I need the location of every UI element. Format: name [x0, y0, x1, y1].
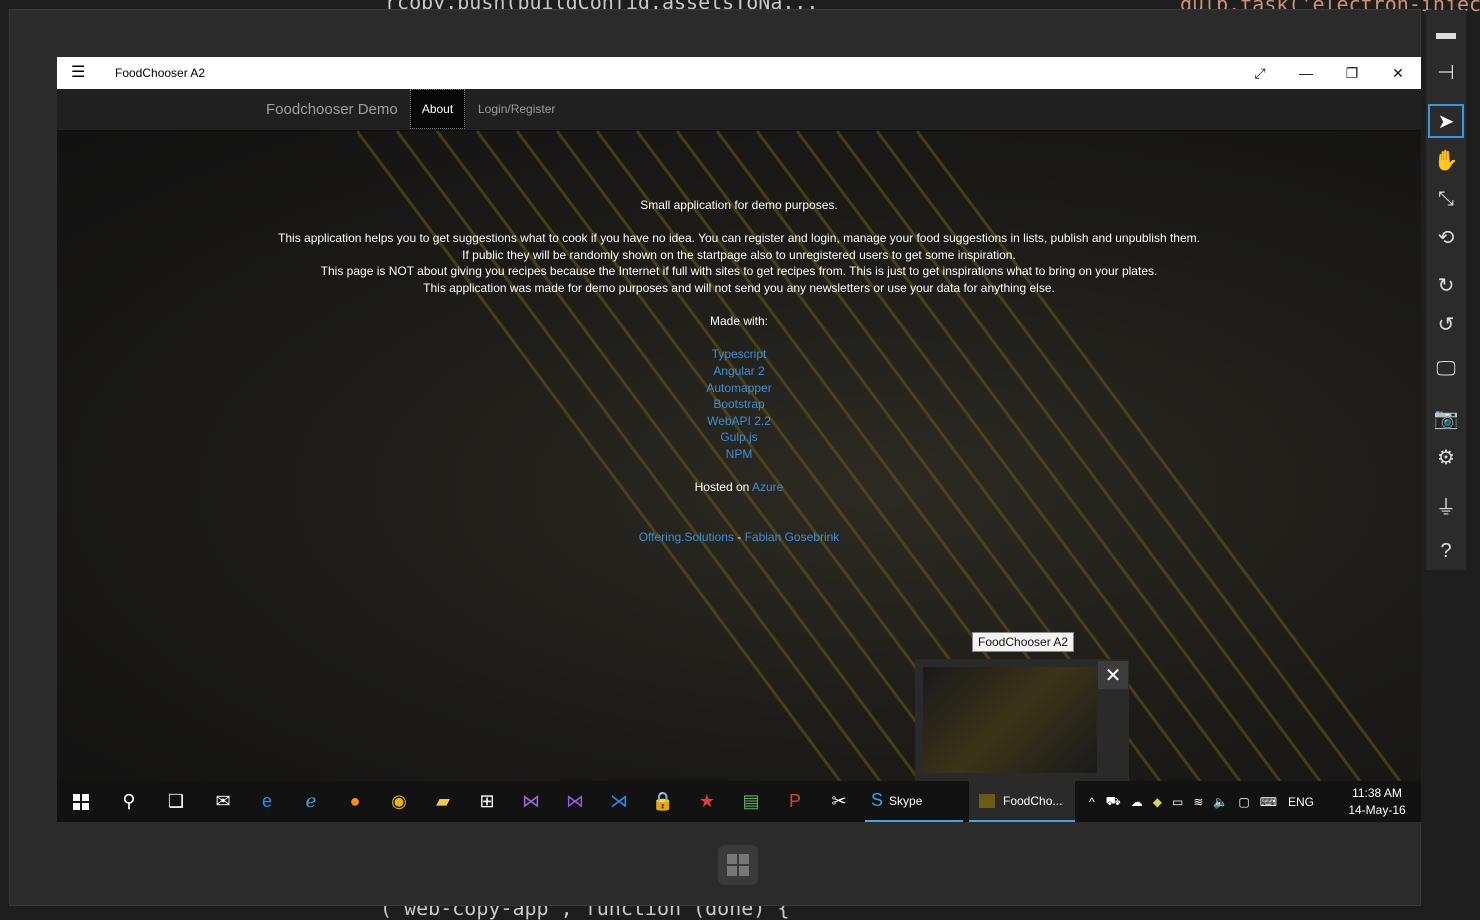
made-with-label: Made with: [709, 314, 769, 329]
file-explorer-icon[interactable]: ▰ [421, 781, 465, 822]
emulator-home-button[interactable] [718, 845, 758, 885]
help-icon[interactable]: ? [1428, 534, 1464, 568]
visual-studio-icon[interactable]: ⋈ [509, 781, 553, 822]
hamburger-icon[interactable]: ☰ [71, 65, 91, 81]
gear-icon[interactable]: ⚙ [1428, 440, 1464, 474]
visual-studio-2-icon[interactable]: ⋈ [553, 781, 597, 822]
foodchooser-label: FoodCho... [1003, 793, 1063, 808]
hosted-on-label: Hosted on [694, 480, 750, 495]
tech-link-gulp[interactable]: Gulp.js [720, 430, 757, 444]
rotate-gesture-icon[interactable]: ⟲ [1428, 220, 1464, 254]
internet-explorer-icon[interactable]: ℯ [289, 781, 333, 822]
pin-icon[interactable]: ⊣ [1428, 55, 1464, 89]
navbar-brand[interactable]: Foodchooser Demo [266, 101, 398, 118]
about-intro: Small application for demo purposes. [640, 198, 838, 212]
battery-icon[interactable]: ▭ [1172, 795, 1183, 809]
tech-link-angular[interactable]: Angular 2 [713, 364, 764, 378]
thumbnail-preview[interactable] [915, 659, 1129, 781]
language-indicator[interactable]: ENG [1288, 795, 1314, 809]
cursor-icon[interactable]: ➤ [1428, 104, 1464, 138]
tech-link-webapi[interactable]: WebAPI 2.2 [707, 414, 771, 428]
tech-link-npm[interactable]: NPM [726, 447, 753, 461]
expand-icon[interactable]: ⤢ [1237, 57, 1283, 89]
clock[interactable]: 11:38 AM 14-May-16 [1337, 785, 1417, 819]
hand-icon[interactable]: ✋ [1428, 143, 1464, 177]
powerpoint-icon[interactable]: P [773, 781, 817, 822]
mail-icon[interactable]: ✉ [201, 781, 245, 822]
onedrive-icon[interactable]: ☁ [1131, 795, 1143, 809]
tray-app-icon[interactable]: ⛟ [1106, 794, 1121, 810]
navbar: Foodchooser Demo About Login/Register [57, 89, 1421, 131]
about-description-3: This application was made for demo purpo… [423, 280, 1055, 295]
store-icon[interactable]: ⊞ [465, 781, 509, 822]
rotate-clockwise-icon[interactable]: ↻ [1428, 268, 1464, 302]
taskbar-skype[interactable]: S Skype [865, 781, 963, 822]
firefox-icon[interactable]: ● [333, 781, 377, 822]
offering-solutions-link[interactable]: Offering.Solutions [639, 530, 734, 544]
about-page: Small application for demo purposes. Thi… [57, 131, 1421, 781]
start-button[interactable] [59, 781, 103, 822]
tools-icon[interactable]: ✂ [817, 781, 861, 822]
chrome-icon[interactable]: ◉ [377, 781, 421, 822]
footer-separator: - [737, 529, 742, 544]
tech-link-automapper[interactable]: Automapper [706, 381, 771, 395]
network-icon[interactable]: ⏚ [1428, 488, 1464, 522]
skype-label: Skype [889, 793, 923, 808]
app-window: ☰ FoodChooser A2 ⤢ — ❐ ✕ Foodchooser Dem… [57, 57, 1421, 822]
camera-icon[interactable]: 📷 [1428, 401, 1464, 435]
about-description-1: This application helps you to get sugges… [278, 231, 1200, 262]
vs-code-icon[interactable]: ⋊ [597, 781, 641, 822]
nav-login-register-link[interactable]: Login/Register [478, 102, 555, 116]
rotate-counterclockwise-icon[interactable]: ↺ [1428, 307, 1464, 341]
keepass-icon[interactable]: 🔒 [641, 781, 685, 822]
volume-icon[interactable]: 🔈 [1213, 795, 1228, 809]
skype-icon: S [871, 790, 884, 810]
windows-logo-icon [727, 854, 749, 876]
taskbar-foodchooser[interactable]: FoodCho... [969, 781, 1075, 822]
thumbnail-close-icon[interactable]: ✕ [1098, 661, 1128, 689]
foodchooser-icon [979, 793, 995, 808]
wifi-icon[interactable]: ≋ [1193, 795, 1203, 809]
tech-link-bootstrap[interactable]: Bootstrap [713, 397, 764, 411]
fabian-gosebrink-link[interactable]: Fabian Gosebrink [745, 530, 840, 544]
chevron-up-icon[interactable]: ^ [1089, 795, 1095, 809]
window-title: FoodChooser A2 [115, 66, 206, 80]
thumbnail-image [923, 667, 1097, 773]
clock-time: 11:38 AM [1352, 786, 1402, 800]
monitor-icon[interactable]: 🖵 [1428, 352, 1464, 386]
tray-folder-icon[interactable]: ◆ [1153, 795, 1162, 809]
windows-logo-icon [73, 793, 89, 810]
minimize-button[interactable]: — [1283, 57, 1329, 89]
clock-date: 14-May-16 [1348, 803, 1406, 817]
restore-button[interactable]: ❐ [1329, 57, 1375, 89]
about-description-2: This page is NOT about giving you recipe… [320, 264, 1158, 279]
minimize-emulator-icon[interactable]: ▬ [1428, 16, 1464, 50]
tray-icons: ^ ⛟ ☁ ◆ ▭ ≋ 🔈 ▢ ⌨ ENG [1083, 781, 1320, 822]
about-text-block: Small application for demo purposes. Thi… [277, 197, 1201, 545]
action-center-icon[interactable]: ▢ [1238, 795, 1249, 809]
azure-link[interactable]: Azure [752, 480, 783, 494]
taskbar: ⚲ ❑ ✉ e ℯ ● ◉ ▰ ⊞ ⋈ ⋈ ⋊ 🔒 ★ ▤ P ✂ S Skyp… [57, 781, 1421, 822]
tech-link-typescript[interactable]: Typescript [712, 347, 767, 361]
thumbnail-tooltip: FoodChooser A2 [972, 632, 1075, 652]
pinch-icon[interactable]: ⤡ [1428, 182, 1464, 216]
project-app-icon[interactable]: ▤ [729, 781, 773, 822]
edge-browser-icon[interactable]: e [245, 781, 289, 822]
task-view-icon[interactable]: ❑ [154, 781, 198, 822]
nav-about-tab[interactable]: About [410, 89, 465, 129]
pinned-app-icon[interactable]: ★ [685, 781, 729, 822]
keyboard-icon[interactable]: ⌨ [1260, 795, 1277, 809]
search-icon[interactable]: ⚲ [107, 781, 151, 822]
close-button[interactable]: ✕ [1375, 57, 1421, 89]
title-bar: ☰ FoodChooser A2 ⤢ — ❐ ✕ [57, 57, 1421, 89]
